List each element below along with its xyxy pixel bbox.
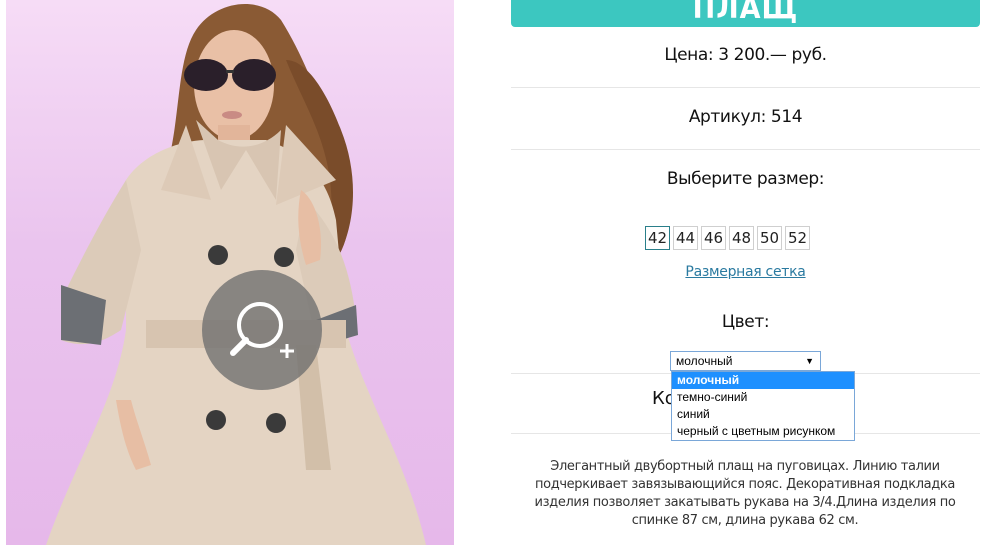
color-dropdown-list: молочный темно-синий синий черный с цвет… [671,371,855,441]
color-option[interactable]: темно-синий [672,389,854,406]
product-title: ПЛАЩ [511,0,980,27]
zoom-button[interactable] [202,270,322,390]
size-option-50[interactable]: 50 [757,226,782,250]
divider [511,87,980,88]
color-select[interactable]: молочный ▼ [670,351,821,371]
size-option-42[interactable]: 42 [645,226,670,250]
zoom-in-icon [230,302,294,358]
article-label: Артикул: 514 [688,107,803,127]
size-option-52[interactable]: 52 [785,226,810,250]
divider [511,149,980,150]
choose-size-label: Выберите размер: [666,169,825,189]
price-label: Цена: 3 200.— руб. [664,45,827,65]
color-label: Цвет: [721,312,770,332]
product-description: Элегантный двубортный плащ на пуговицах.… [534,459,956,528]
color-option[interactable]: синий [672,406,854,423]
size-chart-link[interactable]: Размерная сетка [511,264,980,280]
size-option-46[interactable]: 46 [701,226,726,250]
size-selector: 42 44 46 48 50 52 [645,226,810,252]
size-option-44[interactable]: 44 [673,226,698,250]
color-select-value: молочный [676,354,733,368]
chevron-down-icon: ▼ [805,356,814,366]
product-photo[interactable] [6,0,454,545]
color-option[interactable]: черный с цветным рисунком [672,423,854,440]
size-option-48[interactable]: 48 [729,226,754,250]
color-option[interactable]: молочный [672,372,854,389]
